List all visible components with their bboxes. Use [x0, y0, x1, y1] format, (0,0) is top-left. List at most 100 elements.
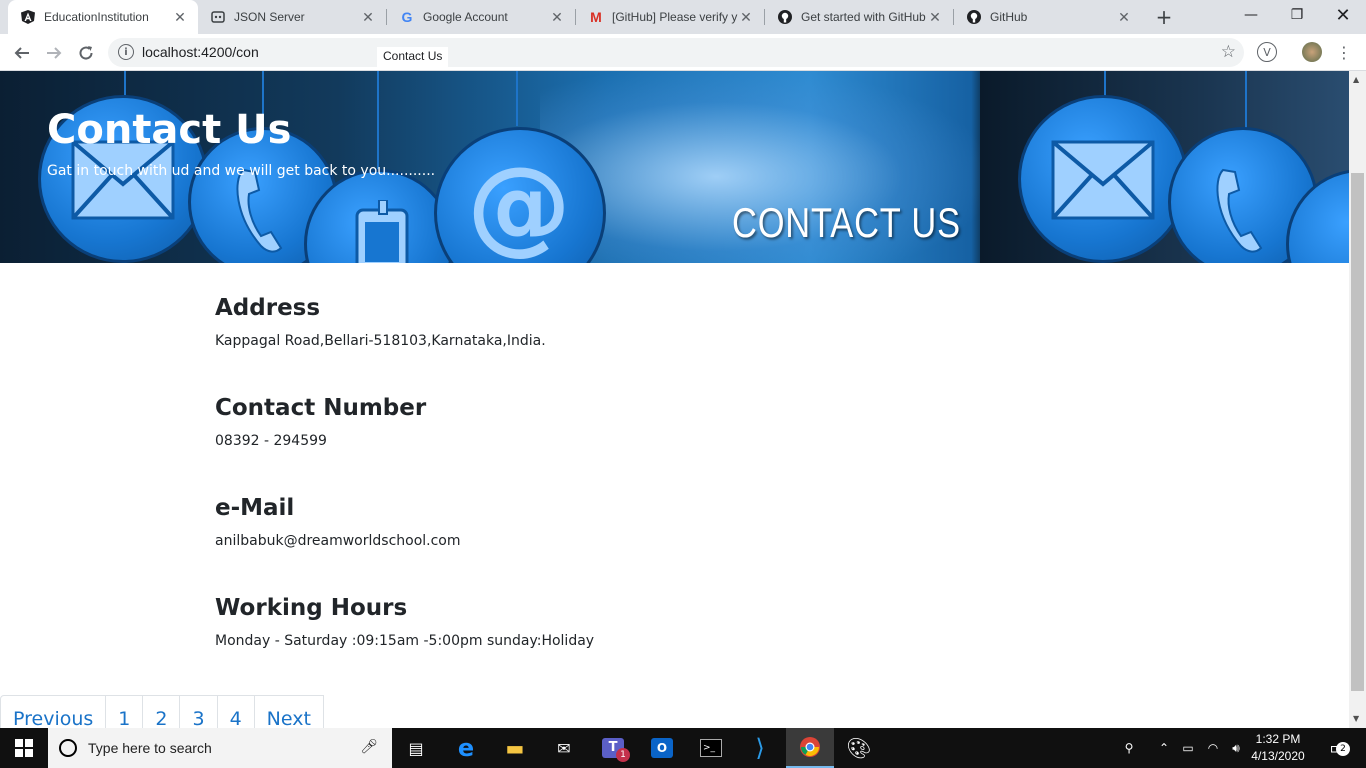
tab-get-started-github[interactable]: Get started with GitHub ✕ [765, 0, 953, 34]
close-tab-icon[interactable]: ✕ [738, 9, 754, 25]
reload-button[interactable] [72, 39, 100, 67]
close-tab-icon[interactable]: ✕ [360, 9, 376, 25]
tab-github[interactable]: GitHub ✕ [954, 0, 1142, 34]
minimize-button[interactable]: — [1228, 0, 1274, 30]
page-title: Contact Us [47, 107, 292, 153]
working-hours-heading: Working Hours [215, 595, 408, 621]
tab-json-server[interactable]: JSON Server ✕ [198, 0, 386, 34]
address-section: Address Kappagal Road,Bellari-518103,Kar… [215, 295, 546, 349]
vscode-icon[interactable]: ⟩ [736, 728, 784, 768]
page-link-4[interactable]: 4 [216, 696, 254, 728]
reload-icon [79, 46, 93, 60]
email-section: e-Mail anilbabuk@dreamworldschool.com [215, 495, 461, 549]
working-hours-text: Monday - Saturday :09:15am -5:00pm sunda… [215, 633, 595, 649]
close-tab-icon[interactable]: ✕ [927, 9, 943, 25]
paint-icon[interactable]: 🎨︎ [835, 728, 883, 768]
taskbar-search-box[interactable]: Type here to search 🎤︎ [48, 728, 392, 768]
task-view-icon[interactable]: ▤ [392, 728, 440, 768]
email-text: anilbabuk@dreamworldschool.com [215, 533, 461, 549]
phone-icon [236, 168, 283, 253]
start-button[interactable] [0, 728, 48, 768]
at-sign-icon: @ [467, 144, 571, 263]
page-link-3[interactable]: 3 [179, 696, 216, 728]
menu-dots-icon[interactable]: ⋮ [1334, 42, 1354, 62]
info-icon[interactable]: i [118, 44, 134, 60]
tab-title: [GitHub] Please verify y [612, 10, 738, 24]
scroll-up-arrow-icon[interactable]: ▲ [1353, 75, 1359, 84]
tab-educationinstitution[interactable]: EducationInstitution ✕ [8, 0, 198, 34]
battery-icon[interactable]: ▭ [1178, 728, 1198, 768]
vertical-scrollbar[interactable]: ▲ ▼ [1349, 71, 1366, 728]
banner-string [1245, 71, 1247, 129]
contact-number-heading: Contact Number [215, 395, 427, 421]
github-icon [966, 9, 982, 25]
back-button[interactable] [8, 39, 36, 67]
profile-avatar[interactable] [1302, 42, 1322, 62]
mobile-phone-icon [355, 200, 409, 263]
browser-tab-strip: EducationInstitution ✕ JSON Server ✕ G G… [0, 0, 1366, 34]
tab-google-account[interactable]: G Google Account ✕ [387, 0, 575, 34]
email-heading: e-Mail [215, 495, 295, 521]
vivaldi-extension-icon[interactable]: V [1257, 42, 1277, 62]
gmail-icon: M [590, 9, 602, 25]
volume-icon[interactable]: 🔊︎ [1226, 728, 1246, 768]
banner-string [516, 71, 518, 126]
next-page-link[interactable]: Next [253, 696, 323, 728]
github-icon [777, 9, 793, 25]
json-server-icon [210, 9, 226, 25]
cortana-icon [59, 739, 77, 757]
scroll-down-arrow-icon[interactable]: ▼ [1353, 714, 1359, 723]
wifi-icon[interactable]: ◠ [1203, 728, 1223, 768]
windows-taskbar: Type here to search 🎤︎ ▤ e ▬ ✉ T 1 O >_ … [0, 728, 1366, 768]
address-bar[interactable]: i localhost:4200/con ☆ [108, 38, 1244, 67]
phone-icon [1216, 168, 1263, 253]
previous-page-link[interactable]: Previous [1, 696, 105, 728]
forward-button[interactable] [40, 39, 68, 67]
show-hidden-icons-chevron-icon[interactable]: ⌃ [1155, 728, 1173, 768]
contact-number-section: Contact Number 08392 - 294599 [215, 395, 426, 449]
tab-github-verify[interactable]: M [GitHub] Please verify y ✕ [576, 0, 764, 34]
outlook-icon[interactable]: O [638, 728, 686, 768]
microphone-icon[interactable]: 🎤︎ [360, 739, 378, 755]
page-link-2[interactable]: 2 [142, 696, 179, 728]
page-subtitle: Gat in touch with ud and we will get bac… [47, 163, 436, 179]
action-center-icon[interactable]: ▭ 2 [1318, 728, 1358, 768]
restore-button[interactable]: ❐ [1274, 0, 1320, 30]
back-arrow-icon [14, 47, 29, 59]
tab-title: Google Account [423, 10, 508, 24]
address-heading: Address [215, 295, 321, 321]
envelope-icon [1051, 140, 1155, 220]
scrollbar-thumb[interactable] [1351, 173, 1364, 691]
tab-title: GitHub [990, 10, 1028, 24]
teams-icon[interactable]: T 1 [589, 728, 637, 768]
contact-number-text: 08392 - 294599 [215, 433, 327, 449]
close-tab-icon[interactable]: ✕ [549, 9, 565, 25]
chrome-icon[interactable] [786, 728, 834, 768]
terminal-icon[interactable]: >_ [687, 728, 735, 768]
page-link-1[interactable]: 1 [105, 696, 142, 728]
pagination: Previous 1 2 3 4 Next [0, 695, 324, 728]
banner-string [377, 71, 379, 171]
edge-browser-icon[interactable]: e [442, 728, 490, 768]
forward-arrow-icon [47, 47, 62, 59]
close-tab-icon[interactable]: ✕ [1116, 9, 1132, 25]
link-tooltip: Contact Us [377, 47, 449, 67]
system-clock[interactable]: 1:32 PM 4/13/2020 [1248, 731, 1308, 765]
angular-icon [20, 9, 36, 25]
banner-image-text: CONTACT US [732, 199, 961, 246]
browser-toolbar: i localhost:4200/con ☆ [0, 34, 1366, 71]
page-viewport: @ Contact Us Gat in touch with ud and we… [0, 71, 1349, 728]
url-text: localhost:4200/con [142, 44, 259, 60]
close-window-button[interactable]: ✕ [1320, 0, 1366, 30]
close-tab-icon[interactable]: ✕ [172, 9, 188, 25]
address-text: Kappagal Road,Bellari-518103,Karnataka,I… [215, 333, 546, 349]
new-tab-button[interactable]: + [1152, 5, 1176, 29]
people-icon[interactable]: ⚲ [1118, 728, 1140, 768]
mail-icon[interactable]: ✉ [540, 728, 588, 768]
file-explorer-icon[interactable]: ▬ [491, 728, 539, 768]
tab-title: Get started with GitHub [801, 10, 926, 24]
clock-time: 1:32 PM [1255, 732, 1301, 746]
search-placeholder: Type here to search [88, 740, 212, 756]
contact-banner: @ Contact Us Gat in touch with ud and we… [0, 71, 1349, 263]
bookmark-star-icon[interactable]: ☆ [1221, 42, 1236, 62]
